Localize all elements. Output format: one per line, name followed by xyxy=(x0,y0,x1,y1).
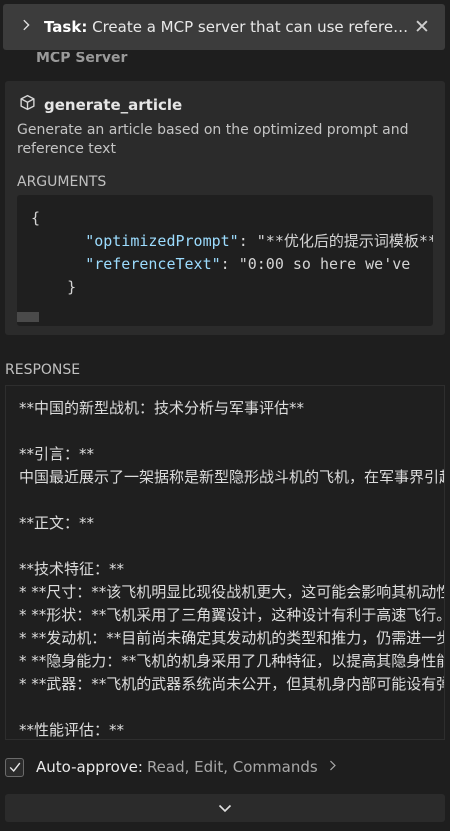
arguments-code-block[interactable]: { "optimizedPrompt": "**优化后的提示词模板** "ref… xyxy=(17,195,433,326)
response-line: **性能评估：** xyxy=(19,721,125,739)
chevron-right-icon[interactable] xyxy=(19,18,35,36)
auto-approve-row[interactable]: Auto-approve: Read, Edit, Commands xyxy=(5,754,445,780)
json-key-optimized-prompt: "optimizedPrompt" xyxy=(85,232,239,250)
response-line xyxy=(19,420,444,443)
close-icon[interactable]: ✕ xyxy=(413,16,431,38)
response-line: * **尺寸：**该飞机明显比现役战机更大，这可能会影响其机动性和航程。 xyxy=(19,583,444,601)
json-close-brace: } xyxy=(67,278,77,296)
tool-description: Generate an article based on the optimiz… xyxy=(17,122,409,157)
expand-toggle-button[interactable] xyxy=(5,794,445,822)
auto-approve-checkbox[interactable] xyxy=(5,757,24,777)
arguments-label: ARGUMENTS xyxy=(17,174,107,190)
response-block[interactable]: **中国的新型战机：技术分析与军事评估** **引言：** 中国最近展示了一架据称… xyxy=(5,385,445,740)
response-line: * **隐身能力：**飞机的机身采用了几种特征，以提高其隐身性能。 xyxy=(19,652,445,670)
json-open-brace: { xyxy=(31,209,41,227)
response-line: * **发动机：**目前尚未确定其发动机的类型和推力，仍需进一步观察。 xyxy=(19,629,444,647)
tool-header: generate_article xyxy=(19,94,182,115)
response-text: **中国的新型战机：技术分析与军事评估** **引言：** 中国最近展示了一架据称… xyxy=(19,397,445,739)
auto-approve-label: Auto-approve: xyxy=(36,758,143,776)
response-line xyxy=(19,535,444,558)
response-line: 中国最近展示了一架据称是新型隐形战斗机的飞机，在军事界引起广泛关注。 xyxy=(19,468,444,486)
json-key-reference-text: "referenceText" xyxy=(85,255,221,273)
json-value-optimized-prompt: : "**优化后的提示词模板** xyxy=(238,232,433,250)
chevron-down-icon xyxy=(218,804,232,813)
response-line: **正文：** xyxy=(19,514,95,532)
tool-name: generate_article xyxy=(44,95,183,114)
response-line xyxy=(19,696,444,719)
check-icon xyxy=(9,762,20,772)
task-header[interactable]: Task: Create a MCP server that can use r… xyxy=(3,4,445,50)
task-prefix: Task: xyxy=(44,18,88,36)
response-line: **中国的新型战机：技术分析与军事评估** xyxy=(19,399,305,417)
task-title: Task: Create a MCP server that can use r… xyxy=(44,18,413,36)
arguments-json: { "optimizedPrompt": "**优化后的提示词模板** "ref… xyxy=(31,207,433,299)
tool-call-card: generate_article Generate an article bas… xyxy=(5,81,445,335)
json-value-reference-text: : "0:00 so here we've xyxy=(220,255,411,273)
response-line: **技术特征：** xyxy=(19,560,125,578)
response-line: * **武器：**飞机的武器系统尚未公开，但其机身内部可能设有弹舱。 xyxy=(19,675,445,693)
response-label: RESPONSE xyxy=(5,362,81,378)
response-line: **引言：** xyxy=(19,445,95,463)
task-description: Create a MCP server that can use referen… xyxy=(92,18,413,36)
horizontal-scrollbar[interactable] xyxy=(17,312,39,322)
auto-approve-values: Read, Edit, Commands xyxy=(146,758,318,776)
cube-icon xyxy=(19,94,44,115)
response-line xyxy=(19,489,444,512)
response-line: * **形状：**飞机采用了三角翼设计，这种设计有利于高速飞行。 xyxy=(19,606,445,624)
chevron-right-icon[interactable] xyxy=(326,759,339,776)
scrolled-heading: MCP Server xyxy=(36,52,128,66)
